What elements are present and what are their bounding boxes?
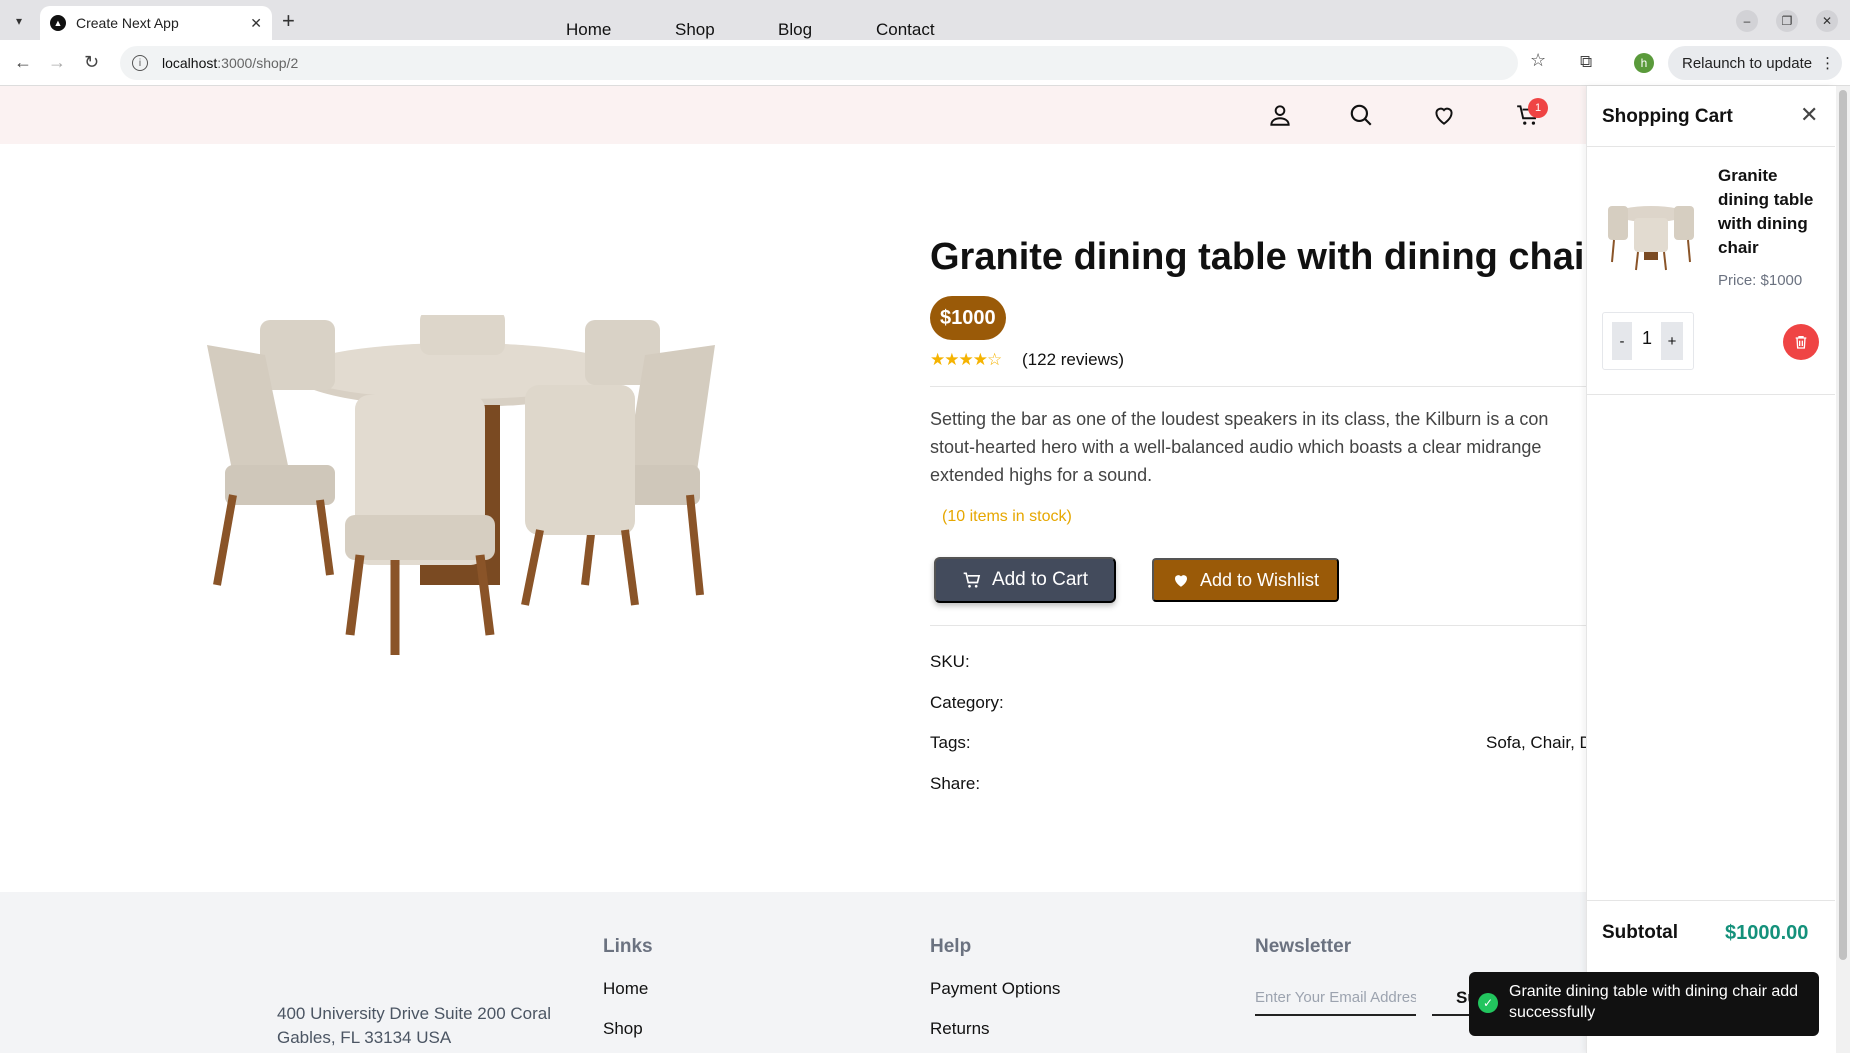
profile-avatar[interactable]: h bbox=[1634, 53, 1654, 73]
url-path: :3000/shop/2 bbox=[217, 55, 299, 71]
add-to-wishlist-label: Add to Wishlist bbox=[1199, 569, 1320, 590]
description-line: extended highs for a sound. bbox=[930, 465, 1153, 485]
footer-newsletter-heading: Newsletter bbox=[1255, 936, 1352, 957]
price-badge: $1000 bbox=[930, 296, 1006, 340]
scrollbar-thumb[interactable] bbox=[1839, 90, 1847, 960]
page-scrollbar[interactable] bbox=[1836, 86, 1850, 1053]
new-tab-plus-icon[interactable]: + bbox=[282, 8, 295, 34]
description-line: Setting the bar as one of the loudest sp… bbox=[930, 409, 1549, 429]
stock-status: (10 items in stock) bbox=[942, 508, 1072, 525]
divider bbox=[930, 625, 1586, 626]
divider bbox=[1587, 146, 1835, 147]
tab-title: Create Next App bbox=[76, 15, 179, 31]
extensions-puzzle-icon[interactable]: ⧉ bbox=[1580, 52, 1592, 72]
tab-list-chevron-icon[interactable]: ▾ bbox=[8, 10, 30, 32]
address-line: Gables, FL 33134 USA bbox=[277, 1028, 452, 1047]
bookmark-star-icon[interactable]: ☆ bbox=[1530, 50, 1546, 71]
subtotal-value: $1000.00 bbox=[1725, 922, 1809, 944]
subtotal-label: Subtotal bbox=[1602, 922, 1678, 943]
url-bar[interactable]: i localhost:3000/shop/2 bbox=[120, 46, 1518, 80]
browser-toolbar: ← → ↻ i localhost:3000/shop/2 bbox=[0, 40, 1850, 86]
description-line: stout-hearted hero with a well-balanced … bbox=[930, 437, 1542, 457]
relaunch-label: Relaunch to update bbox=[1682, 54, 1813, 72]
relaunch-button[interactable]: Relaunch to update ⋮ bbox=[1668, 46, 1842, 80]
cart-item-price: Price: $1000 bbox=[1718, 272, 1803, 289]
category-label: Category: bbox=[930, 693, 1004, 712]
minimize-window-icon[interactable]: – bbox=[1736, 10, 1758, 32]
restore-window-icon[interactable]: ❐ bbox=[1776, 10, 1798, 32]
nav-contact[interactable]: Contact bbox=[876, 20, 935, 40]
heart-icon[interactable] bbox=[1431, 102, 1457, 128]
divider bbox=[1587, 900, 1835, 901]
divider bbox=[930, 386, 1586, 387]
search-icon[interactable] bbox=[1348, 102, 1374, 128]
nav-home[interactable]: Home bbox=[566, 20, 611, 40]
review-count[interactable]: (122 reviews) bbox=[1022, 350, 1124, 370]
address-line: 400 University Drive Suite 200 Coral bbox=[277, 1004, 552, 1023]
nextjs-favicon-icon: ▲ bbox=[50, 15, 66, 31]
increase-quantity-button[interactable]: + bbox=[1661, 322, 1683, 360]
newsletter-email-input[interactable] bbox=[1255, 980, 1416, 1016]
add-to-wishlist-button[interactable]: Add to Wishlist bbox=[1152, 558, 1339, 602]
decrease-quantity-button[interactable]: - bbox=[1612, 322, 1632, 360]
footer-link-payment-options[interactable]: Payment Options bbox=[930, 979, 1060, 999]
footer-link-returns[interactable]: Returns bbox=[930, 1019, 990, 1039]
forward-arrow-icon[interactable]: → bbox=[48, 52, 66, 73]
cart-count-badge: 1 bbox=[1528, 98, 1548, 118]
reload-icon[interactable]: ↻ bbox=[84, 52, 99, 73]
footer-link-home[interactable]: Home bbox=[603, 979, 648, 999]
footer-help-heading: Help bbox=[930, 936, 972, 957]
url-host: localhost bbox=[162, 55, 218, 71]
cart-item-name[interactable]: Granite dining table with dining chair bbox=[1718, 164, 1828, 260]
toast-message: Granite dining table with dining chair a… bbox=[1509, 983, 1799, 1021]
nav-blog[interactable]: Blog bbox=[778, 20, 812, 40]
footer-links-heading: Links bbox=[603, 936, 653, 957]
user-icon[interactable] bbox=[1267, 102, 1293, 128]
add-to-cart-label: Add to Cart bbox=[991, 569, 1089, 590]
divider bbox=[1587, 394, 1835, 395]
tab-close-icon[interactable]: ✕ bbox=[250, 15, 262, 32]
footer-link-shop[interactable]: Shop bbox=[603, 1019, 643, 1039]
rating-stars-icon: ★★★★☆ bbox=[930, 350, 1002, 369]
nav-shop[interactable]: Shop bbox=[675, 20, 715, 40]
product-image bbox=[207, 315, 715, 655]
product-title: Granite dining table with dining chair bbox=[930, 236, 1600, 278]
close-window-icon[interactable]: ✕ bbox=[1816, 10, 1838, 32]
product-description: Setting the bar as one of the loudest sp… bbox=[930, 405, 1586, 495]
add-to-cart-button[interactable]: Add to Cart bbox=[934, 557, 1116, 603]
site-info-icon[interactable]: i bbox=[132, 55, 148, 71]
site-footer bbox=[0, 892, 1586, 1053]
back-arrow-icon[interactable]: ← bbox=[14, 52, 32, 73]
tags-value[interactable]: Sofa, Chair, D bbox=[1486, 733, 1586, 753]
share-label: Share: bbox=[930, 774, 981, 793]
sku-label: SKU: bbox=[930, 652, 970, 671]
tags-label: Tags: bbox=[930, 733, 971, 752]
browser-tab[interactable]: ▲ Create Next App ✕ bbox=[40, 6, 272, 40]
cart-icon bbox=[963, 572, 981, 588]
cart-item-image bbox=[1608, 206, 1694, 271]
check-circle-icon: ✓ bbox=[1478, 993, 1498, 1013]
heart-icon bbox=[1174, 575, 1187, 587]
remove-item-button[interactable] bbox=[1783, 324, 1819, 360]
quantity-value: 1 bbox=[1641, 328, 1652, 348]
cart-drawer-title: Shopping Cart bbox=[1602, 106, 1733, 127]
footer-address: 400 University Drive Suite 200 Coral Gab… bbox=[277, 1002, 551, 1050]
close-drawer-icon[interactable]: ✕ bbox=[1800, 102, 1818, 128]
more-menu-icon: ⋮ bbox=[1820, 55, 1836, 72]
trash-icon bbox=[1795, 336, 1807, 349]
